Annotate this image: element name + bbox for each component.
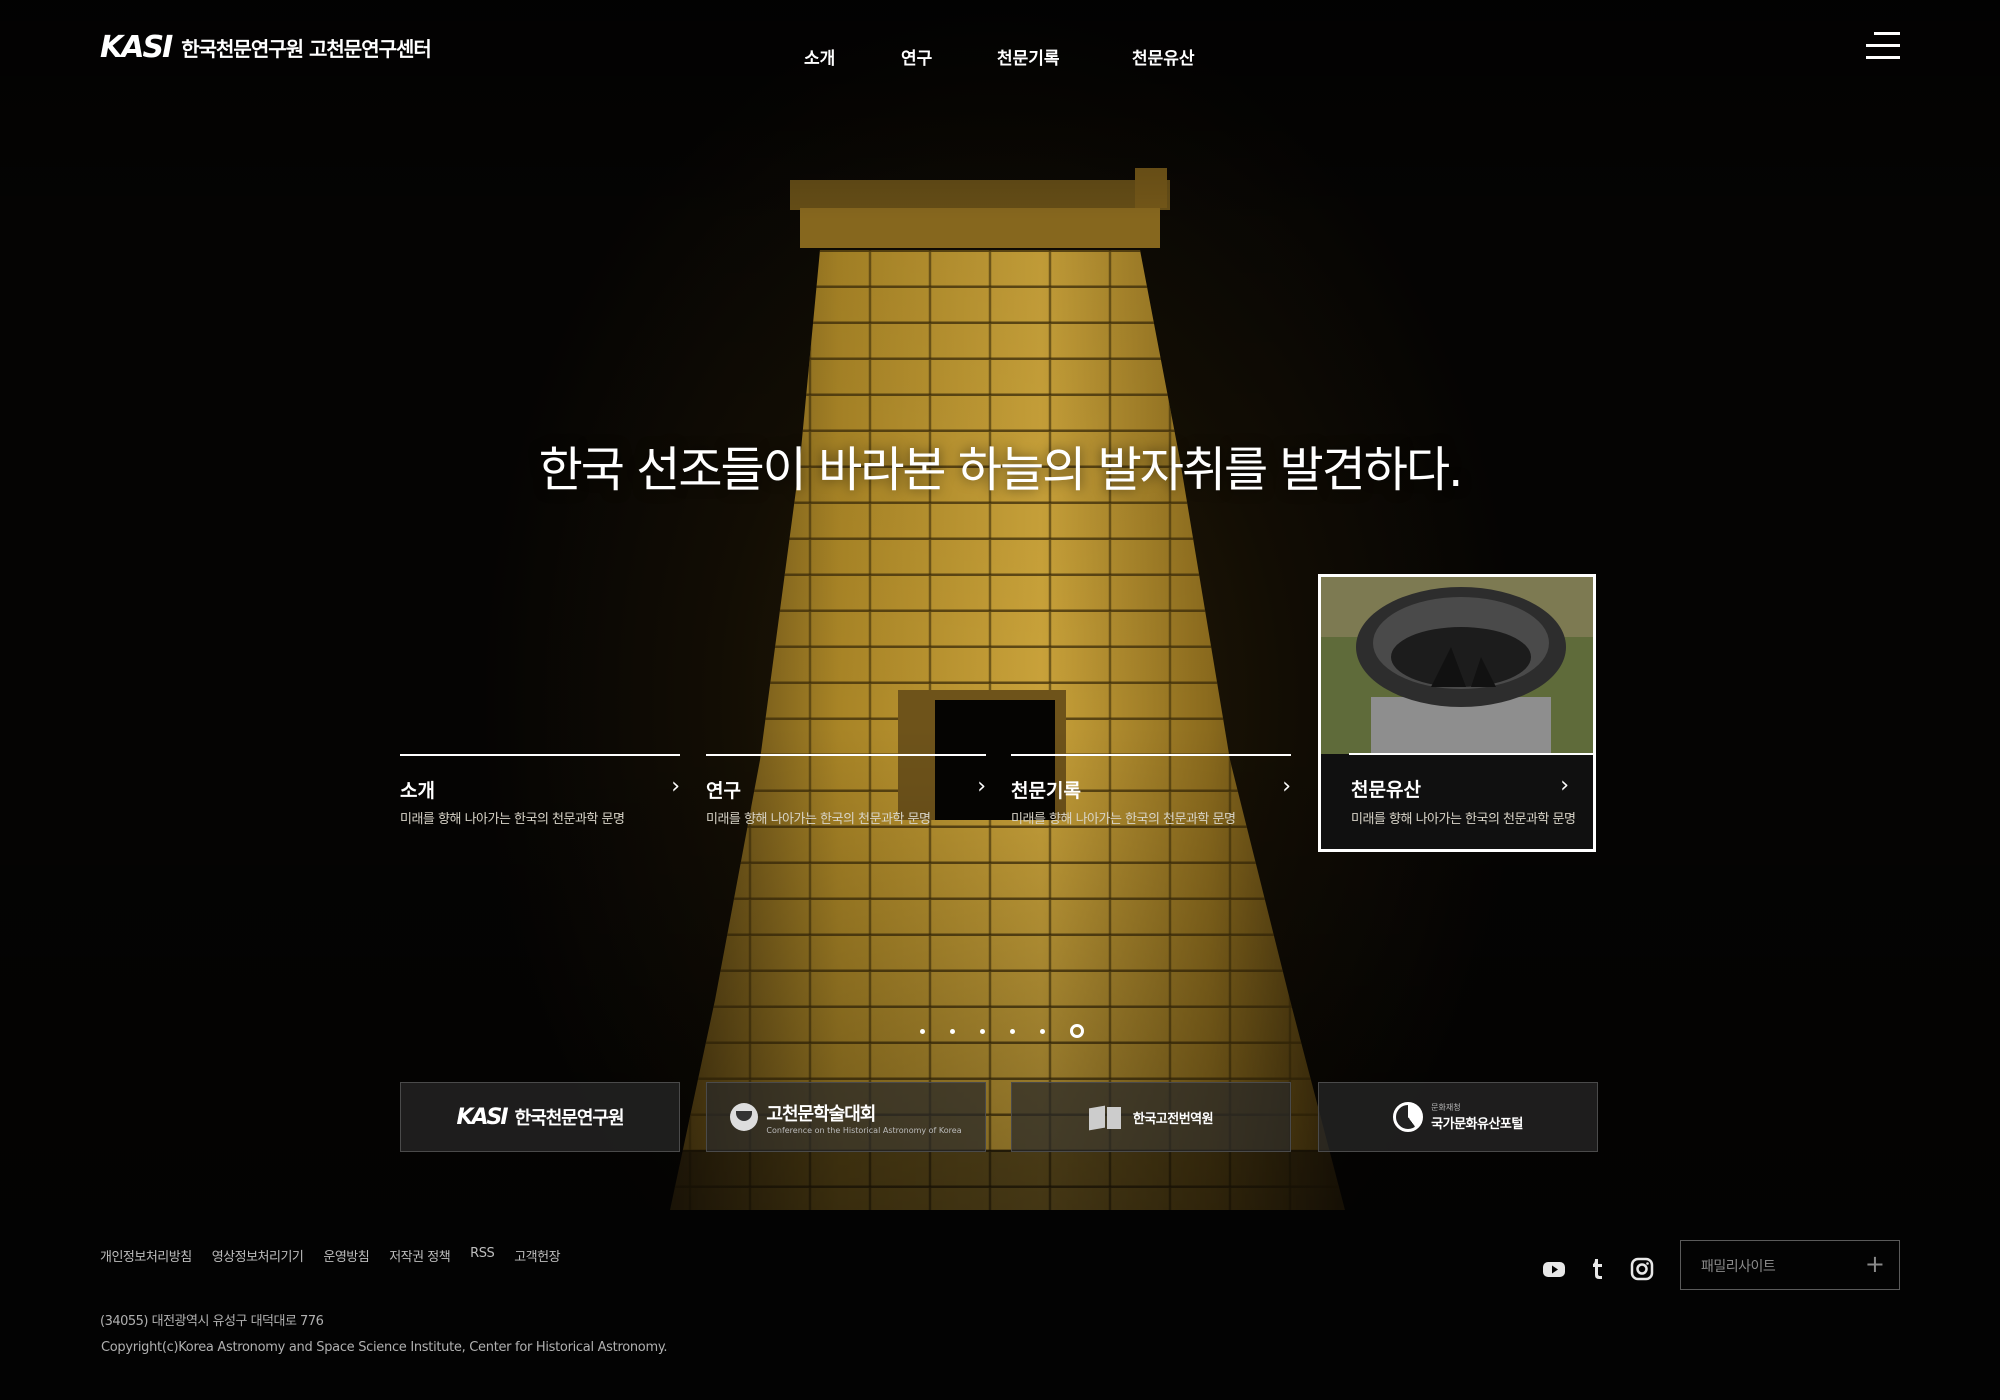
card-divider [1349, 753, 1593, 755]
banner-subtext: 문화재청 [1431, 1103, 1461, 1112]
pagination-dot[interactable] [980, 1029, 985, 1034]
card-records[interactable]: 천문기록 › 미래를 향해 나아가는 한국의 천문과학 문명 [1011, 754, 1291, 854]
footer-address: (34055) 대전광역시 유성구 대덕대로 776 [100, 1314, 324, 1329]
sundial-thumbnail-image [1321, 577, 1593, 754]
pagination-dot[interactable] [1040, 1029, 1045, 1034]
slider-pagination [0, 1022, 2000, 1042]
card-title: 소개 [400, 780, 435, 802]
chevron-right-icon: › [1282, 774, 1291, 799]
plus-icon: + [1864, 1250, 1885, 1278]
book-icon [1089, 1105, 1125, 1129]
footer-links: 개인정보처리방침 영상정보처리기기 운영방침 저작권 정책 RSS 고객헌장 [100, 1246, 561, 1265]
card-description: 미래를 향해 나아가는 한국의 천문과학 문명 [1011, 812, 1236, 827]
site-footer: 개인정보처리방침 영상정보처리기기 운영방침 저작권 정책 RSS 고객헌장 (… [0, 1210, 2000, 1400]
footer-link-privacy[interactable]: 개인정보처리방침 [100, 1246, 192, 1265]
heritage-emblem-icon [1393, 1102, 1424, 1132]
banner-text-group: 고천문학술대회 Conference on the Historical Ast… [766, 1100, 961, 1135]
nav-item-heritage[interactable]: 천문유산 [1132, 44, 1195, 69]
family-site-label: 패밀리사이트 [1701, 1259, 1776, 1275]
card-title: 천문유산 [1351, 779, 1421, 801]
footer-link-charter[interactable]: 고객헌장 [514, 1246, 560, 1265]
card-divider [1011, 754, 1291, 756]
footer-link-rss[interactable]: RSS [470, 1246, 495, 1265]
nav-item-intro[interactable]: 소개 [804, 44, 835, 69]
footer-copyright: Copyright(c)Korea Astronomy and Space Sc… [101, 1340, 668, 1355]
banner-text: 한국고전번역원 [1132, 1111, 1214, 1127]
card-description: 미래를 향해 나아가는 한국의 천문과학 문명 [1351, 812, 1576, 827]
conference-emblem-icon [730, 1103, 759, 1131]
chevron-right-icon: › [671, 774, 680, 799]
youtube-icon[interactable] [1541, 1256, 1567, 1282]
footer-link-policy[interactable]: 운영방침 [323, 1246, 369, 1265]
pagination-dot-active[interactable] [1070, 1024, 1084, 1038]
card-divider [706, 754, 986, 756]
card-description: 미래를 향해 나아가는 한국의 천문과학 문명 [706, 812, 931, 827]
kasi-logo-mark: KASI [456, 1104, 508, 1130]
card-description: 미래를 향해 나아가는 한국의 천문과학 문명 [400, 812, 625, 827]
main-navigation: 소개 연구 천문기록 천문유산 [0, 44, 2000, 69]
pagination-dot[interactable] [1010, 1029, 1015, 1034]
card-title: 연구 [706, 780, 741, 802]
banner-conference[interactable]: 고천문학술대회 Conference on the Historical Ast… [706, 1082, 986, 1152]
pagination-dot[interactable] [950, 1029, 955, 1034]
banner-text: 고천문학술대회 [766, 1103, 876, 1125]
banner-text-group: 문화재청 국가문화유산포털 [1431, 1102, 1523, 1132]
nav-item-records[interactable]: 천문기록 [997, 44, 1060, 69]
card-divider [400, 754, 680, 756]
card-title: 천문기록 [1011, 780, 1081, 802]
card-intro[interactable]: 소개 › 미래를 향해 나아가는 한국의 천문과학 문명 [400, 754, 680, 854]
footer-link-cctv[interactable]: 영상정보처리기기 [212, 1246, 304, 1265]
pagination-dot[interactable] [920, 1029, 925, 1034]
hamburger-icon[interactable] [1866, 32, 1900, 62]
tumblr-icon[interactable] [1585, 1256, 1611, 1282]
banner-classics-institute[interactable]: 한국고전번역원 [1011, 1082, 1291, 1152]
nav-item-research[interactable]: 연구 [901, 44, 932, 69]
chevron-right-icon: › [1560, 773, 1569, 798]
footer-link-copyright[interactable]: 저작권 정책 [389, 1246, 450, 1265]
card-heritage-active[interactable]: 천문유산 › 미래를 향해 나아가는 한국의 천문과학 문명 [1318, 574, 1596, 852]
banner-text: 국가문화유산포털 [1431, 1117, 1523, 1132]
card-research[interactable]: 연구 › 미래를 향해 나아가는 한국의 천문과학 문명 [706, 754, 986, 854]
family-site-select[interactable]: 패밀리사이트 + [1680, 1240, 1900, 1290]
banner-text: 한국천문연구원 [514, 1108, 625, 1129]
banner-heritage-portal[interactable]: 문화재청 국가문화유산포털 [1318, 1082, 1598, 1152]
hero-headline: 한국 선조들이 바라본 하늘의 발자취를 발견하다. [538, 442, 1464, 498]
chevron-right-icon: › [977, 774, 986, 799]
banner-subtext: Conference on the Historical Astronomy o… [766, 1125, 962, 1135]
instagram-icon[interactable] [1629, 1256, 1655, 1282]
banner-kasi[interactable]: KASI 한국천문연구원 [400, 1082, 680, 1152]
